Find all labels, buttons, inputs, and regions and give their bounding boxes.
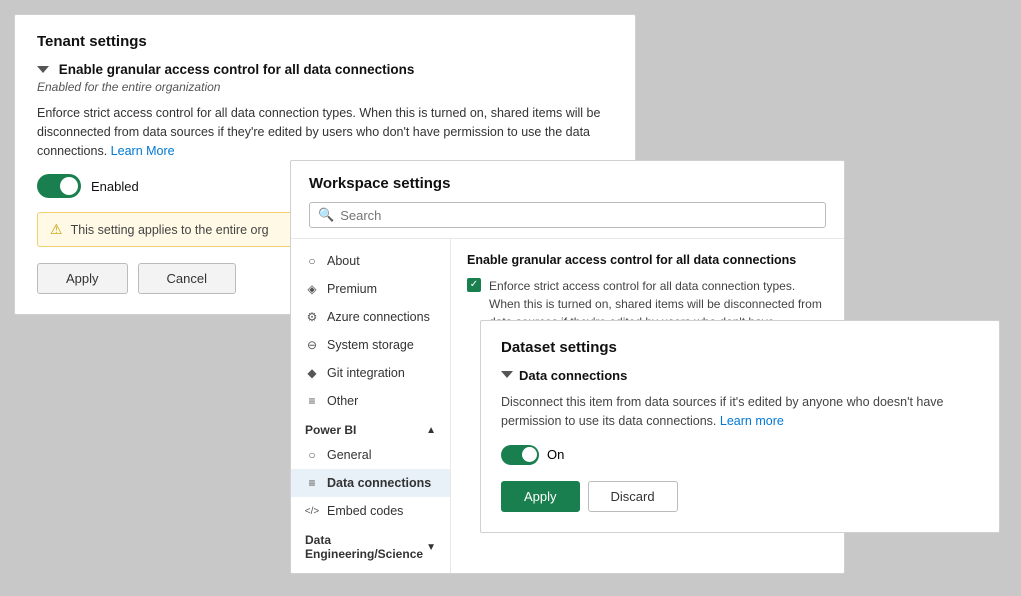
tenant-section-subtitle: Enabled for the entire organization	[37, 80, 613, 94]
dataset-section-title: Data connections	[501, 368, 979, 383]
triangle-icon	[37, 66, 49, 73]
dataset-toggle[interactable]	[501, 445, 539, 465]
premium-icon: ◈	[305, 282, 319, 296]
dataset-learn-more-link[interactable]: Learn more	[720, 414, 784, 428]
dataset-settings-panel: Dataset settings Data connections Discon…	[480, 320, 1000, 533]
dataset-btn-row: Apply Discard	[501, 481, 979, 512]
dataset-toggle-label: On	[547, 447, 564, 462]
tenant-toggle-label: Enabled	[91, 179, 139, 194]
chevron-up-icon: ▲	[426, 425, 436, 436]
general-icon: ○	[305, 448, 319, 462]
dataset-description: Disconnect this item from data sources i…	[501, 393, 979, 431]
premium-label: Premium	[327, 282, 377, 296]
workspace-search-input[interactable]	[340, 208, 817, 223]
data-engineering-label: Data Engineering/Science	[305, 533, 426, 561]
sidebar-item-data-connections[interactable]: ≡ Data connections	[291, 469, 450, 497]
sidebar-item-git-integration[interactable]: ◆ Git integration	[291, 359, 450, 387]
embed-icon: </>	[305, 504, 319, 518]
data-connections-label: Data connections	[327, 476, 431, 490]
workspace-checkbox[interactable]	[467, 278, 481, 292]
dataset-discard-button[interactable]: Discard	[588, 481, 678, 512]
sidebar-item-system-storage[interactable]: ⊖ System storage	[291, 331, 450, 359]
sidebar-item-embed-codes[interactable]: </> Embed codes	[291, 497, 450, 525]
sidebar-item-azure-connections[interactable]: ⚙ Azure connections	[291, 303, 450, 331]
tenant-apply-button[interactable]: Apply	[37, 263, 128, 294]
azure-label: Azure connections	[327, 310, 430, 324]
data-engineering-section[interactable]: Data Engineering/Science ▼	[291, 525, 450, 565]
warning-icon: ⚠	[50, 221, 63, 238]
dataset-heading: Dataset settings	[501, 339, 979, 356]
dataset-apply-button[interactable]: Apply	[501, 481, 580, 512]
tenant-enabled-toggle[interactable]	[37, 174, 81, 198]
git-icon: ◆	[305, 366, 319, 380]
tenant-learn-more-link[interactable]: Learn More	[111, 144, 175, 158]
tenant-cancel-button[interactable]: Cancel	[138, 263, 236, 294]
chevron-down-icon: ▼	[426, 542, 436, 553]
sidebar-item-about[interactable]: ○ About	[291, 247, 450, 275]
tenant-warning-text: This setting applies to the entire org	[71, 223, 269, 237]
search-icon: 🔍	[318, 207, 334, 223]
about-label: About	[327, 254, 360, 268]
azure-icon: ⚙	[305, 310, 319, 324]
tenant-description: Enforce strict access control for all da…	[37, 104, 613, 160]
sidebar-item-general[interactable]: ○ General	[291, 441, 450, 469]
about-icon: ○	[305, 254, 319, 268]
other-label: Other	[327, 394, 358, 408]
dataset-triangle-icon	[501, 371, 513, 378]
sidebar-item-other[interactable]: ≡ Other	[291, 387, 450, 415]
sidebar-item-premium[interactable]: ◈ Premium	[291, 275, 450, 303]
workspace-heading: Workspace settings	[309, 175, 826, 192]
other-icon: ≡	[305, 394, 319, 408]
tenant-section-title: Enable granular access control for all d…	[37, 62, 613, 77]
workspace-search-box[interactable]: 🔍	[309, 202, 826, 228]
workspace-nav: ○ About ◈ Premium ⚙ Azure connections ⊖ …	[291, 239, 451, 573]
git-label: Git integration	[327, 366, 405, 380]
power-bi-label: Power BI	[305, 423, 356, 437]
embed-codes-label: Embed codes	[327, 504, 403, 518]
workspace-header: Workspace settings 🔍	[291, 161, 844, 239]
data-connections-icon: ≡	[305, 476, 319, 490]
dataset-toggle-row: On	[501, 445, 979, 465]
tenant-heading: Tenant settings	[37, 33, 613, 50]
storage-icon: ⊖	[305, 338, 319, 352]
general-label: General	[327, 448, 371, 462]
workspace-content-title: Enable granular access control for all d…	[467, 253, 828, 267]
power-bi-section[interactable]: Power BI ▲	[291, 415, 450, 441]
storage-label: System storage	[327, 338, 414, 352]
